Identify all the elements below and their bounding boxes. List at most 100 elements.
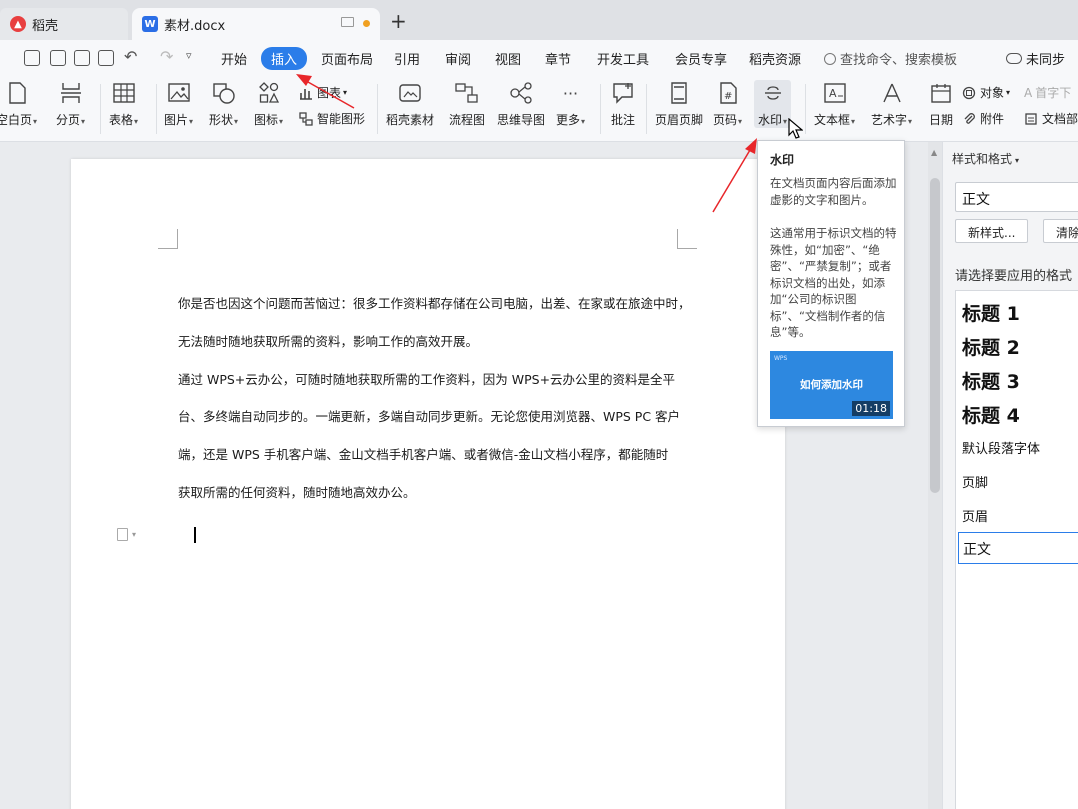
wordart-button[interactable]: 艺术字▾ [871, 80, 912, 128]
icon-button[interactable]: 图标▾ [254, 80, 283, 128]
attachment-button[interactable]: 附件 [962, 110, 1004, 127]
watermark-button[interactable]: 水印▾ [754, 80, 792, 128]
daoke-material-icon [397, 80, 423, 106]
style-item-heading1[interactable]: 标题 1 [962, 299, 1020, 326]
dropcap-button[interactable]: A 首字下 [1024, 84, 1071, 101]
smart-graphic-button[interactable]: 智能图形 [299, 110, 365, 127]
docpart-icon [1025, 112, 1037, 125]
ribbon-divider [156, 84, 157, 134]
mindmap-button[interactable]: 思维导图 [497, 80, 545, 128]
style-item-footer[interactable]: 页脚 [962, 472, 988, 491]
video-brand-mark: WPS [774, 355, 788, 362]
style-item-header[interactable]: 页眉 [962, 506, 988, 525]
video-duration: 01:18 [852, 401, 890, 416]
shape-icon [211, 80, 237, 106]
chart-button[interactable]: 图表 ▾ [299, 84, 347, 101]
menu-page-layout[interactable]: 页面布局 [321, 49, 373, 68]
export-pdf-icon[interactable] [50, 50, 66, 66]
monitor-icon[interactable] [341, 17, 354, 27]
menu-member[interactable]: 会员专享 [675, 49, 727, 68]
undo-icon[interactable]: ↶ [124, 47, 137, 66]
date-label: 日期 [928, 113, 953, 127]
menu-daoke-resources[interactable]: 稻壳资源 [749, 49, 801, 68]
current-style-field[interactable]: 正文 [955, 182, 1078, 212]
style-item-default-font[interactable]: 默认段落字体 [962, 438, 1040, 457]
style-item-normal-selected[interactable]: 正文 [958, 532, 1078, 564]
menu-developer[interactable]: 开发工具 [597, 49, 649, 68]
style-list[interactable]: 标题 1 标题 2 标题 3 标题 4 默认段落字体 页脚 页眉 正文 [955, 290, 1078, 809]
page-number-button[interactable]: # 页码▾ [713, 80, 742, 128]
daoke-material-button[interactable]: 稻壳素材 [386, 80, 434, 128]
style-item-heading4[interactable]: 标题 4 [962, 401, 1020, 428]
daoke-logo-icon: ▲ [10, 16, 26, 32]
object-label: 对象 [980, 86, 1005, 100]
chart-label: 图表 [317, 86, 342, 100]
tutorial-video-thumbnail[interactable]: WPS 如何添加水印 01:18 [770, 351, 893, 419]
new-tab-plus-icon[interactable]: + [390, 11, 407, 31]
ribbon-divider [377, 84, 378, 134]
table-icon [111, 80, 137, 106]
dropcap-icon: A [1024, 85, 1033, 100]
paragraph-menu[interactable]: ▾ [117, 528, 136, 541]
menu-start[interactable]: 开始 [221, 49, 247, 68]
tab-document[interactable]: W 素材.docx [132, 8, 380, 40]
menu-insert[interactable]: 插入 [261, 47, 308, 70]
calendar-icon [928, 80, 954, 106]
paragraph-line[interactable]: 台、多终端自动同步的。一端更新，多端自动同步更新。无论您使用浏览器、WPS PC… [178, 406, 698, 425]
table-button[interactable]: 表格▾ [109, 80, 138, 128]
tooltip-description: 在文档页面内容后面添加虚影的文字和图片。 [770, 176, 897, 207]
blank-page-button[interactable]: 空白页▾ [0, 80, 37, 128]
date-button[interactable]: 日期 [928, 80, 954, 128]
scroll-thumb[interactable] [930, 178, 940, 493]
more-button[interactable]: ··· 更多▾ [556, 80, 585, 128]
print-icon[interactable] [74, 50, 90, 66]
save-icon[interactable] [24, 50, 40, 66]
menu-bar: ↶ ↷ ▿ 开始 插入 页面布局 引用 审阅 视图 章节 开发工具 会员专享 稻… [0, 40, 1078, 76]
new-style-button[interactable]: 新样式... [955, 219, 1029, 243]
word-doc-icon: W [142, 16, 158, 32]
styles-pane-title[interactable]: 样式和格式 ▾ [952, 150, 1019, 167]
textbox-icon: A [822, 80, 848, 106]
shape-button[interactable]: 形状▾ [209, 80, 238, 128]
redo-icon[interactable]: ↷ [160, 47, 173, 66]
style-item-heading3[interactable]: 标题 3 [962, 367, 1020, 394]
page-number-label: 页码 [713, 113, 738, 127]
quick-access-dropdown-icon[interactable]: ▿ [186, 49, 192, 62]
tab-daoke[interactable]: ▲ 稻壳 [0, 8, 128, 40]
textbox-button[interactable]: A 文本框▾ [814, 80, 855, 128]
vertical-scrollbar[interactable]: ▲ [928, 142, 942, 809]
shape-label: 形状 [209, 113, 234, 127]
document-page[interactable]: 你是否也因这个问题而苦恼过：很多工作资料都存储在公司电脑，出差、在家或在旅途中时… [71, 159, 785, 809]
paragraph-line[interactable]: 端，还是 WPS 手机客户端、金山文档手机客户端、或者微信-金山文档小程序，都能… [178, 444, 698, 463]
header-footer-button[interactable]: 页眉页脚 [655, 80, 703, 128]
command-search[interactable]: 查找命令、搜索模板 [824, 49, 957, 68]
clear-format-button[interactable]: 清除 [1043, 219, 1078, 243]
flowchart-button[interactable]: 流程图 [449, 80, 485, 128]
object-button[interactable]: 对象 ▾ [962, 84, 1010, 101]
paragraph-line[interactable]: 通过 WPS+云办公，可随时随地获取所需的工作资料，因为 WPS+云办公里的资料… [178, 369, 698, 388]
blank-page-label: 空白页 [0, 113, 33, 127]
menu-chapter[interactable]: 章节 [545, 49, 571, 68]
menu-view[interactable]: 视图 [495, 49, 521, 68]
sync-label: 未同步 [1026, 53, 1066, 68]
picture-button[interactable]: 图片▾ [164, 80, 193, 128]
style-item-heading2[interactable]: 标题 2 [962, 333, 1020, 360]
daoke-material-label: 稻壳素材 [386, 113, 435, 127]
paragraph-line[interactable]: 你是否也因这个问题而苦恼过：很多工作资料都存储在公司电脑，出差、在家或在旅途中时… [178, 293, 698, 312]
docpart-button[interactable]: 文档部 [1024, 110, 1078, 127]
smart-graphic-icon [299, 111, 313, 126]
sync-status[interactable]: 未同步 [1006, 49, 1065, 68]
menu-review[interactable]: 审阅 [445, 49, 471, 68]
search-icon [824, 52, 836, 65]
menu-references[interactable]: 引用 [394, 49, 420, 68]
comment-button[interactable]: 批注 [610, 80, 636, 128]
page-break-button[interactable]: 分页▾ [56, 80, 85, 128]
paragraph-line[interactable]: 获取所需的任何资料，随时随地高效办公。 [178, 482, 698, 501]
print-preview-icon[interactable] [98, 50, 114, 66]
scroll-up-icon[interactable]: ▲ [931, 148, 937, 157]
search-placeholder: 查找命令、搜索模板 [840, 53, 958, 68]
page-break-icon [58, 80, 84, 106]
paragraph-line[interactable]: 无法随时随地获取所需的资料，影响工作的高效开展。 [178, 331, 698, 350]
styles-pane: 样式和格式 ▾ 正文 新样式... 清除 请选择要应用的格式 标题 1 标题 2 … [942, 142, 1078, 809]
insert-ribbon: 空白页▾ 分页▾ 表格▾ 图片▾ 形状▾ 图标▾ 图表 ▾ 智能图形 稻壳素材 … [0, 76, 1078, 142]
